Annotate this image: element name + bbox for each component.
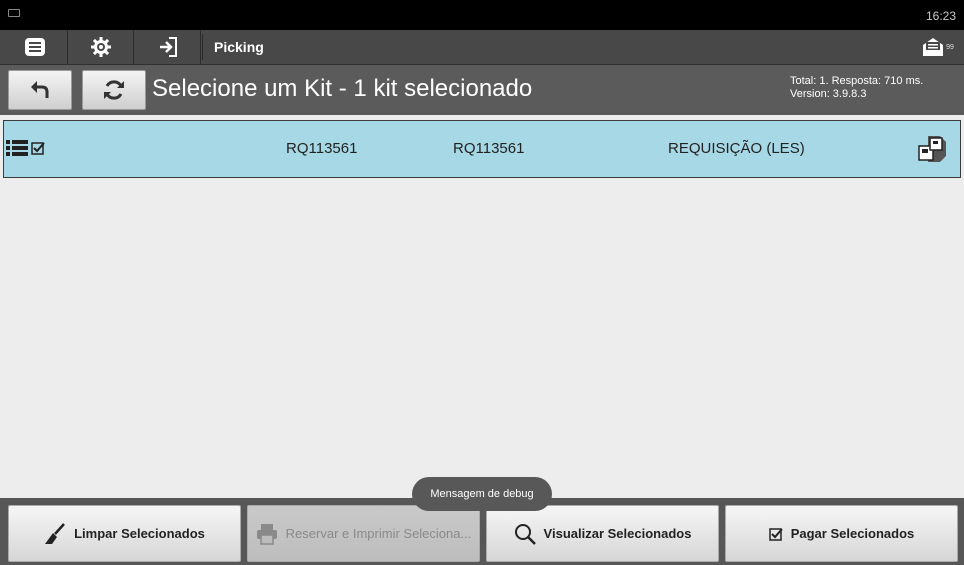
list-icon — [24, 38, 45, 56]
reserve-print-button[interactable]: Reservar e Imprimir Seleciona... — [247, 505, 480, 562]
page-title: Selecione um Kit - 1 kit selecionado — [152, 75, 533, 102]
list-icon — [6, 140, 28, 156]
kit-type: REQUISIÇÃO (LES) — [668, 140, 805, 157]
clear-selected-button[interactable]: Limpar Selecionados — [8, 505, 241, 562]
boxes-icon — [918, 136, 946, 162]
view-selected-label: Visualizar Selecionados — [543, 526, 692, 541]
refresh-button[interactable] — [82, 70, 146, 110]
status-time: 16:23 — [925, 9, 956, 23]
search-icon — [514, 523, 536, 545]
menu-button[interactable] — [2, 30, 68, 64]
response-info: Total: 1. Resposta: 710 ms. Version: 3.9… — [790, 75, 923, 101]
checkbox-checked-icon — [768, 527, 783, 541]
debug-toast: Mensagem de debug — [412, 477, 552, 511]
pay-selected-label: Pagar Selecionados — [790, 526, 915, 541]
kit-row[interactable]: RQ113561 RQ113561 REQUISIÇÃO (LES) — [3, 120, 961, 178]
reserve-print-label: Reservar e Imprimir Seleciona... — [285, 526, 472, 541]
response-stats: Total: 1. Resposta: 710 ms. — [790, 75, 924, 87]
printer-icon — [256, 523, 277, 545]
sign-in-icon — [159, 37, 177, 57]
row-selection — [6, 139, 45, 157]
action-bar-title: Picking — [214, 39, 264, 55]
back-button[interactable] — [8, 70, 72, 110]
pay-selected-button[interactable]: Pagar Selecionados — [725, 505, 958, 562]
undo-icon — [31, 81, 49, 98]
clear-selected-label: Limpar Selecionados — [74, 526, 205, 541]
login-button[interactable] — [135, 30, 201, 64]
action-bar-divider — [202, 34, 203, 60]
keyboard-icon — [8, 9, 20, 17]
version-label: Version: 3.9.8.3 — [790, 88, 867, 100]
inbox-button[interactable]: 99 — [918, 33, 958, 61]
broom-icon — [45, 522, 66, 544]
status-bar: 16:23 — [0, 0, 964, 30]
refresh-icon — [104, 80, 124, 100]
kit-code: RQ113561 — [286, 140, 358, 157]
kit-list-empty-area — [0, 178, 964, 498]
mail-icon — [923, 38, 944, 56]
header-bar: Selecione um Kit - 1 kit selecionado Tot… — [0, 65, 964, 115]
settings-button[interactable] — [68, 30, 134, 64]
view-selected-button[interactable]: Visualizar Selecionados — [486, 505, 719, 562]
action-bar: Picking 99 — [0, 30, 964, 65]
checkbox-checked-icon[interactable] — [31, 141, 45, 155]
gear-icon — [90, 37, 111, 57]
kit-reference: RQ113561 — [453, 140, 525, 157]
inbox-badge: 99 — [946, 43, 954, 51]
